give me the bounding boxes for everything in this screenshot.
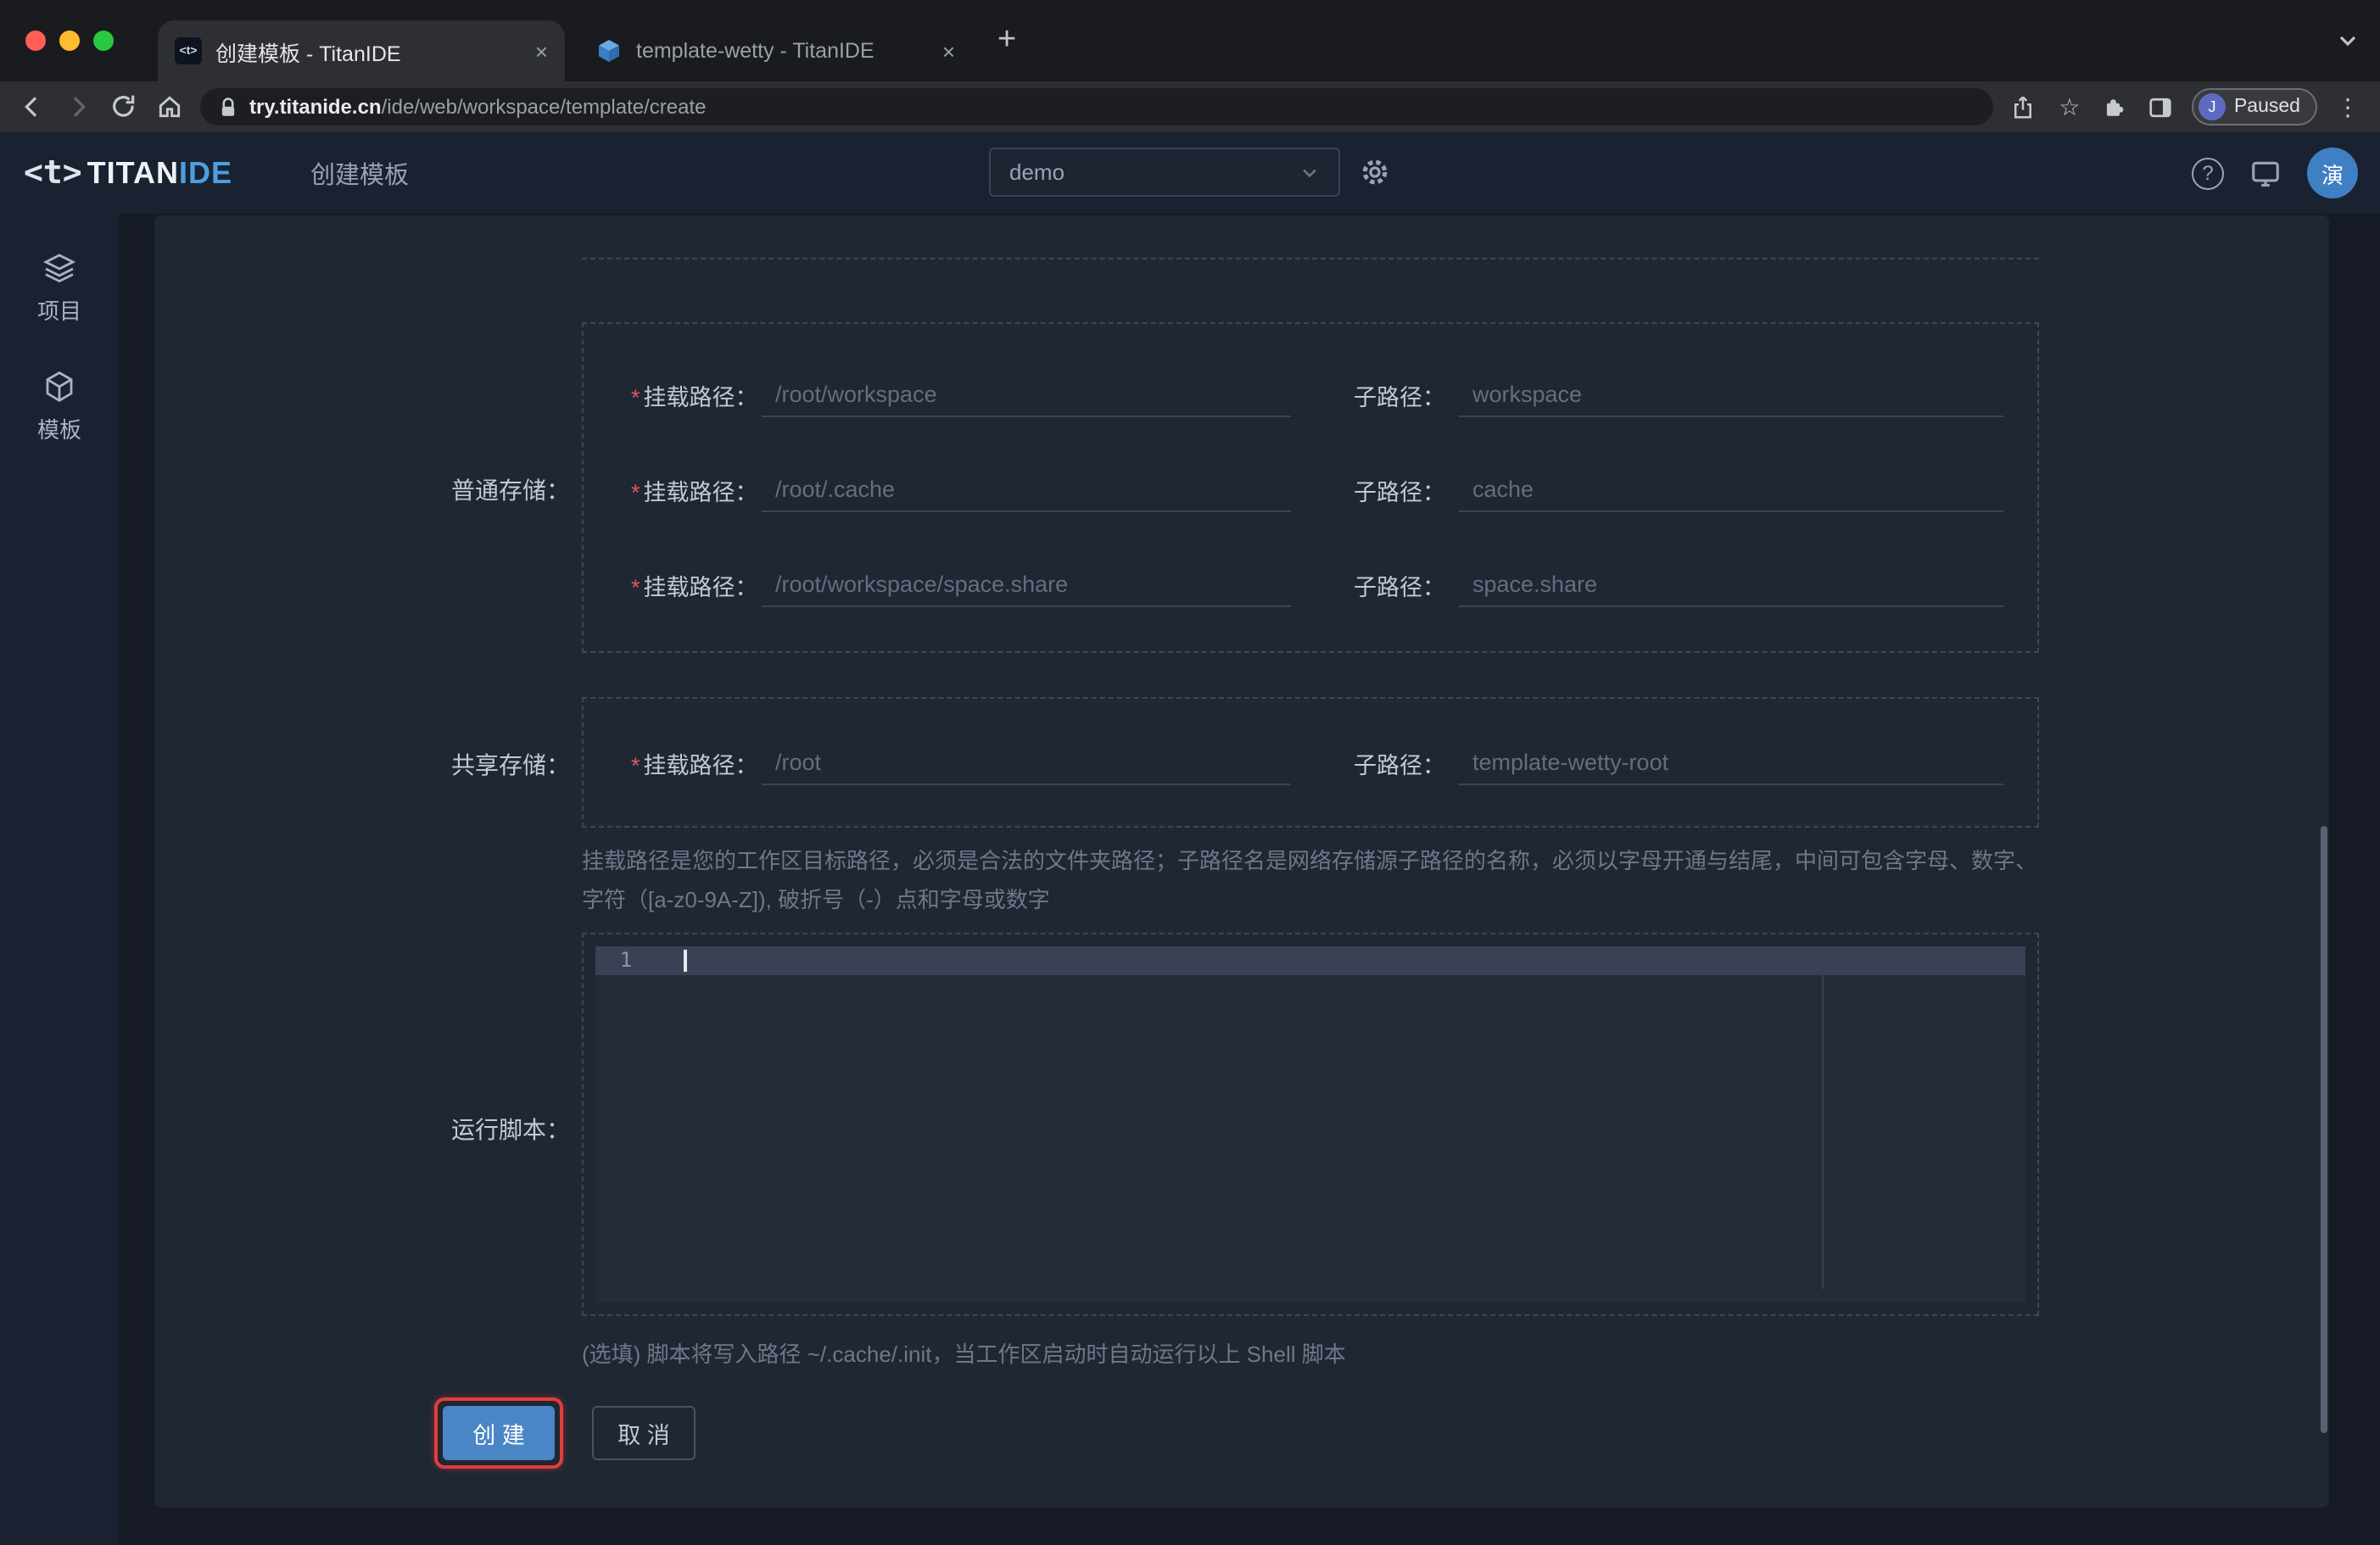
- create-button-highlight: 创 建: [434, 1397, 563, 1469]
- sub-path-label: 子路径：: [1354, 385, 1445, 410]
- share-icon[interactable]: [2008, 92, 2039, 122]
- extensions-puzzle-icon[interactable]: [2100, 92, 2131, 122]
- app-sidebar: 项目 模板: [0, 214, 119, 1545]
- editor-caret: [684, 950, 686, 972]
- forward-icon[interactable]: [63, 92, 93, 122]
- tab-template-wetty[interactable]: template-wetty - TitanIDE ×: [578, 20, 972, 81]
- titanide-logo[interactable]: <t> TITAN IDE: [24, 132, 232, 214]
- sub-path-input[interactable]: [1459, 741, 2003, 785]
- tab-title: 创建模板 - TitanIDE: [215, 42, 401, 65]
- mount-path-label: * 挂载路径：: [631, 575, 758, 600]
- layers-icon: [42, 254, 76, 283]
- url-host: try.titanide.cn: [249, 95, 382, 119]
- browser-toolbar: try.titanide.cn/ide/web/workspace/templa…: [0, 81, 2380, 132]
- sidebar-item-label: 项目: [36, 298, 81, 324]
- zoom-window-button[interactable]: [93, 31, 114, 51]
- editor-guide-line: [1822, 975, 1824, 1289]
- form-actions: 创 建 取 消: [434, 1397, 696, 1469]
- storage-row: *挂载路径： 子路径：: [631, 443, 2037, 538]
- script-editor-container: 1: [582, 933, 2039, 1316]
- required-mark: *: [631, 480, 640, 505]
- browser-menu-icon[interactable]: ⋮: [2333, 92, 2363, 122]
- cube-favicon-icon: [595, 37, 623, 64]
- window-controls: [25, 31, 114, 51]
- previous-section-edge: [582, 258, 2039, 259]
- user-avatar[interactable]: 演: [2307, 148, 2358, 198]
- url-path: /ide/web/workspace/template/create: [381, 95, 707, 119]
- tab-title: template-wetty - TitanIDE: [636, 39, 874, 63]
- cancel-button[interactable]: 取 消: [592, 1406, 696, 1460]
- profile-avatar: J: [2198, 93, 2226, 120]
- profile-chip[interactable]: J Paused: [2191, 88, 2317, 125]
- path-help-text: 挂载路径是您的工作区目标路径，必须是合法的文件夹路径；子路径名是网络存储源子路径…: [582, 848, 2038, 912]
- side-panel-icon[interactable]: [2146, 92, 2176, 122]
- mount-path-label: * 挂载路径：: [631, 753, 758, 778]
- sidebar-item-label: 模板: [36, 417, 81, 443]
- page-title: 创建模板: [310, 162, 409, 189]
- sub-path-label: 子路径：: [1354, 575, 1445, 600]
- normal-storage-group: *挂载路径： 子路径： *挂载路径： 子路径： *挂载路径： 子路径：: [582, 322, 2039, 653]
- editor-line-number: 1: [619, 948, 633, 972]
- logo-bracket: <t>: [24, 154, 82, 192]
- logo-ide: IDE: [178, 155, 232, 189]
- sub-path-input[interactable]: [1459, 468, 2003, 512]
- help-icon[interactable]: ?: [2192, 157, 2224, 189]
- storage-row: *挂载路径： 子路径：: [631, 716, 2037, 811]
- browser-tab-strip: <t> 创建模板 - TitanIDE × template-wetty - T…: [0, 0, 2380, 81]
- required-mark: *: [631, 753, 640, 778]
- mount-path-input[interactable]: [762, 373, 1291, 417]
- cube-icon: [46, 371, 73, 403]
- chevron-down-icon: [1303, 168, 1316, 177]
- back-icon[interactable]: [17, 92, 47, 122]
- new-tab-button[interactable]: +: [997, 22, 1016, 59]
- panel-scrollbar-thumb[interactable]: [2321, 826, 2327, 1433]
- close-window-button[interactable]: [25, 31, 46, 51]
- required-mark: *: [631, 575, 640, 600]
- main-area: 项目 模板 普通存储： *挂载路径： 子路径：: [0, 214, 2380, 1545]
- sub-path-input[interactable]: [1459, 563, 2003, 607]
- create-template-form-panel: 普通存储： *挂载路径： 子路径： *挂载路径： 子路径： *挂载路径：: [154, 215, 2329, 1508]
- minimize-window-button[interactable]: [59, 31, 80, 51]
- tab-create-template[interactable]: <t> 创建模板 - TitanIDE ×: [158, 20, 565, 81]
- sub-path-label: 子路径：: [1354, 480, 1445, 505]
- tab-search-chevron-icon[interactable]: [2336, 29, 2360, 53]
- gear-icon[interactable]: [1359, 156, 1391, 188]
- mount-path-label: * 挂载路径：: [631, 480, 758, 505]
- required-mark: *: [631, 385, 640, 410]
- tab-close-icon[interactable]: ×: [942, 40, 955, 62]
- workspace-selected-value: demo: [1009, 159, 1065, 185]
- editor-current-line: [595, 946, 2025, 975]
- reload-icon[interactable]: [109, 92, 139, 122]
- sub-path-label: 子路径：: [1354, 753, 1445, 778]
- script-code-editor[interactable]: 1: [595, 946, 2025, 1302]
- profile-status: Paused: [2233, 97, 2300, 117]
- mount-path-input[interactable]: [762, 741, 1291, 785]
- script-help-text: (选填) 脚本将写入路径 ~/.cache/.init，当工作区启动时自动运行以…: [582, 1341, 1346, 1367]
- home-icon[interactable]: [154, 92, 185, 122]
- workspace-select[interactable]: demo: [989, 148, 1340, 197]
- logo-titan: TITAN: [87, 155, 179, 189]
- shared-storage-group: *挂载路径： 子路径：: [582, 697, 2039, 828]
- mount-path-input[interactable]: [762, 468, 1291, 512]
- shared-storage-section-label: 共享存储：: [451, 751, 570, 778]
- mount-path-input[interactable]: [762, 563, 1291, 607]
- bookmark-star-icon[interactable]: ☆: [2054, 92, 2085, 122]
- sidebar-item-templates[interactable]: 模板: [37, 370, 81, 444]
- tab-close-icon[interactable]: ×: [535, 40, 548, 62]
- titanide-favicon-icon: <t>: [175, 37, 202, 64]
- storage-row: *挂载路径： 子路径：: [631, 538, 2037, 633]
- create-button[interactable]: 创 建: [443, 1406, 555, 1460]
- storage-row: *挂载路径： 子路径：: [631, 348, 2037, 443]
- console-icon[interactable]: [2249, 157, 2282, 189]
- browser-window: <t> 创建模板 - TitanIDE × template-wetty - T…: [0, 0, 2380, 1545]
- normal-storage-section-label: 普通存储：: [451, 477, 570, 504]
- mount-path-label: * 挂载路径：: [631, 385, 758, 410]
- run-script-section-label: 运行脚本：: [451, 1116, 570, 1143]
- sidebar-item-projects[interactable]: 项目: [37, 251, 81, 326]
- sub-path-input[interactable]: [1459, 373, 2003, 417]
- address-bar[interactable]: try.titanide.cn/ide/web/workspace/templa…: [200, 88, 1993, 125]
- app-header: <t> TITAN IDE 创建模板 demo ? 演: [0, 132, 2380, 214]
- lock-icon: [219, 96, 237, 118]
